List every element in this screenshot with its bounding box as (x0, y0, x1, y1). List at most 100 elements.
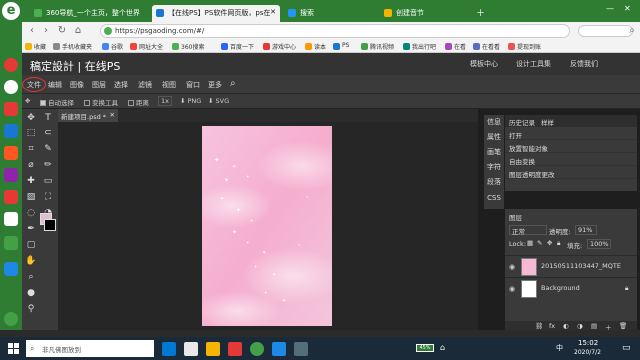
export-svg-button[interactable]: ⬇ SVG (208, 97, 229, 105)
background-color-swatch[interactable] (44, 219, 56, 231)
eraser-tool-icon[interactable]: ▭ (41, 174, 55, 188)
bookmark-item[interactable]: 360搜索 (171, 42, 204, 52)
bookmark-item[interactable]: 读本 (304, 42, 326, 52)
export-png-button[interactable]: ⬇ PNG (180, 97, 201, 105)
sidebar-app-icon[interactable] (4, 168, 18, 182)
hand-tool-icon[interactable]: ✋ (24, 254, 38, 268)
back-icon[interactable]: ‹ (26, 25, 38, 37)
browser-tab[interactable]: 搜索 (284, 5, 374, 22)
menu-edit[interactable]: 编辑 (48, 80, 62, 90)
visibility-eye-icon[interactable]: ◉ (509, 285, 515, 293)
edge-icon[interactable] (162, 342, 176, 356)
url-input[interactable]: https://psgaoding.com/#/ (100, 24, 570, 38)
transform-checkbox[interactable]: 变换工具 (84, 97, 118, 107)
sidebar-app-icon[interactable] (4, 146, 18, 160)
bookmark-item[interactable]: 百度一下 (220, 42, 254, 52)
bookmark-item[interactable]: 在看看 (472, 42, 500, 52)
file-explorer-icon[interactable] (206, 342, 220, 356)
network-icon[interactable]: ⌂ (440, 343, 445, 352)
bookmark-item[interactable]: PS (332, 42, 349, 52)
pin-tool-icon[interactable]: ⚲ (24, 302, 38, 316)
notifications-icon[interactable]: ▭ (622, 343, 631, 353)
history-item[interactable]: 打开 (505, 128, 637, 140)
history-item[interactable]: 图层透明度更改 (505, 167, 637, 179)
home-icon[interactable]: ⌂ (72, 25, 84, 37)
minimize-icon[interactable]: — (606, 4, 614, 13)
move-tool-icon[interactable]: ✥ (24, 111, 38, 125)
group-icon[interactable]: ▤ (591, 322, 597, 330)
bookmark-item[interactable]: 游戏中心 (262, 42, 296, 52)
bookmark-item[interactable]: 我出行吧 (402, 42, 436, 52)
delete-layer-icon[interactable]: 🗑︎ (619, 322, 627, 330)
canvas-image[interactable]: ✦ ✦ ✦ ✦ ✦ ✦ ✦ ✦ ✦ ✦ ✦ ✦ ✦ ✦ ✦ ✦ (202, 126, 332, 326)
panel-character-tab[interactable]: 字符 (484, 160, 504, 175)
menu-image[interactable]: 图像 (70, 80, 84, 90)
bookmark-item[interactable]: 在看 (444, 42, 466, 52)
browser-tab-active[interactable]: 【在线PS】PS软件网页版，ps在 ✕ (152, 5, 280, 22)
layer-row[interactable]: ◉ Background 🔒︎ (505, 277, 637, 299)
taskbar-app-icon[interactable] (272, 342, 286, 356)
text-tool-icon[interactable]: T (41, 111, 55, 125)
blur-tool-icon[interactable]: ◌ (24, 206, 38, 220)
header-link-feedback[interactable]: 反馈我们 (570, 59, 598, 69)
eyedropper-tool-icon[interactable]: ⌀ (24, 158, 38, 172)
bookmark-item[interactable]: 网址大全 (129, 42, 163, 52)
close-window-icon[interactable]: ✕ (624, 4, 631, 13)
close-document-icon[interactable]: ✕ (110, 111, 115, 119)
menu-layer[interactable]: 图层 (92, 80, 106, 90)
bookmark-item[interactable]: 收藏 (24, 42, 46, 52)
sidebar-app-icon[interactable] (4, 124, 18, 138)
search-icon[interactable]: ⌕ (626, 25, 638, 37)
close-tab-icon[interactable]: ✕ (270, 8, 276, 16)
weibo-icon[interactable] (4, 58, 18, 72)
panel-css-tab[interactable]: CSS (484, 191, 504, 206)
bookmark-item[interactable]: 腾讯视频 (360, 42, 394, 52)
blend-mode-select[interactable]: 正常 (509, 225, 547, 236)
battery-indicator[interactable]: 45% (416, 344, 434, 352)
menu-select[interactable]: 选择 (114, 80, 128, 90)
sidebar-app-icon[interactable] (4, 190, 18, 204)
zoom-tool-icon[interactable]: ⌕ (24, 270, 38, 284)
sidebar-app-icon[interactable] (4, 102, 18, 116)
clock-time[interactable]: 15:02 (578, 339, 598, 347)
layer-row[interactable]: ◉ 20150511103447_MQTE (505, 255, 637, 277)
menu-window[interactable]: 窗口 (186, 80, 200, 90)
menu-view[interactable]: 视图 (162, 80, 176, 90)
lasso-tool-icon[interactable]: ⊂ (41, 126, 55, 140)
link-layers-icon[interactable]: ⛓ (535, 322, 543, 330)
browser-tab[interactable]: 创建音节 (380, 5, 470, 22)
layer-mask-icon[interactable]: ◐ (563, 322, 569, 330)
stamp-tool-icon[interactable]: ⛶ (41, 190, 55, 204)
header-link-tools[interactable]: 设计工具集 (516, 59, 551, 69)
panel-brush-tab[interactable]: 画笔 (484, 145, 504, 160)
wand-tool-icon[interactable]: ✎ (41, 142, 55, 156)
panel-info-tab[interactable]: 信息 (484, 115, 504, 130)
windows-start-icon[interactable] (8, 343, 19, 354)
sidebar-app-icon[interactable] (4, 80, 18, 94)
lock-move-icon[interactable]: ✥ (547, 239, 552, 247)
sidebar-app-icon[interactable] (4, 262, 18, 276)
header-link-templates[interactable]: 模板中心 (470, 59, 498, 69)
menu-filter[interactable]: 滤镜 (138, 80, 152, 90)
history-item[interactable]: 放置智能对象 (505, 141, 637, 153)
refresh-icon[interactable]: ↻ (56, 25, 68, 37)
lock-transparency-icon[interactable]: ▦ (527, 239, 533, 247)
shape-tool-icon[interactable]: ▢ (24, 238, 38, 252)
bookmark-item[interactable]: 提现到账 (507, 42, 541, 52)
new-tab-icon[interactable]: ＋ (476, 6, 485, 19)
visibility-eye-icon[interactable]: ◉ (509, 263, 515, 271)
adjustment-icon[interactable]: ◑ (577, 322, 583, 330)
auto-select-checkbox[interactable]: 自动选择 (40, 97, 74, 107)
search-input[interactable] (578, 25, 633, 37)
menu-file[interactable]: 文件 (27, 80, 41, 90)
input-language[interactable]: 中 (556, 343, 563, 353)
pen-tool-icon[interactable]: ✒ (24, 222, 38, 236)
opacity-input[interactable]: 91% (575, 225, 597, 235)
browser-tab[interactable]: 360导航_一个主页，整个世界 (30, 5, 148, 22)
crop-tool-icon[interactable]: ⌗ (24, 142, 38, 156)
bookmark-item[interactable]: 手机收藏夹 (52, 42, 92, 52)
clock-date[interactable]: 2020/7/2 (574, 349, 601, 356)
fill-input[interactable]: 100% (587, 239, 611, 249)
lock-paint-icon[interactable]: ✎ (537, 239, 542, 247)
drop-tool-icon[interactable]: ● (24, 286, 38, 300)
